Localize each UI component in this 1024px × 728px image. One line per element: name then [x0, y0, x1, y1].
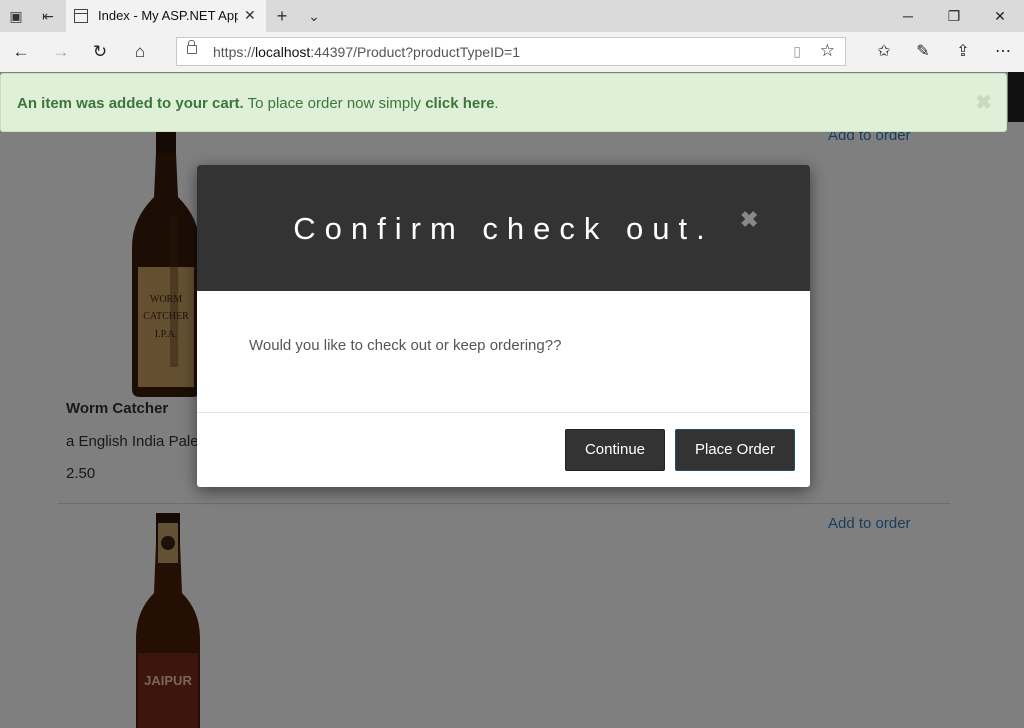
tab-close-icon[interactable]: ✕: [244, 7, 256, 24]
modal-header: Confirm check out. ✖: [197, 165, 810, 291]
checkout-modal: Confirm check out. ✖ Would you like to c…: [197, 165, 810, 487]
share-icon[interactable]: ⇪: [952, 42, 974, 62]
tab-dropdown-icon[interactable]: ⌄: [304, 6, 324, 26]
more-icon[interactable]: ⋯: [992, 42, 1014, 62]
set-tabs-aside-icon[interactable]: ⇤: [38, 6, 58, 26]
url-text[interactable]: https://localhost:44397/Product?productT…: [213, 44, 520, 60]
modal-title: Confirm check out.: [293, 211, 714, 246]
continue-button[interactable]: Continue: [565, 429, 665, 471]
pen-icon[interactable]: ✎: [912, 42, 934, 62]
tab-manager-icon[interactable]: ▣: [6, 6, 26, 26]
tab-title: Index - My ASP.NET App: [98, 8, 238, 23]
alert-message: An item was added to your cart. To place…: [17, 95, 499, 112]
alert-close-icon[interactable]: ✖: [975, 90, 992, 115]
window-close-icon[interactable]: ✕: [990, 6, 1010, 26]
favorite-star-icon[interactable]: ☆: [820, 41, 835, 61]
click-here-link[interactable]: click here: [425, 95, 494, 112]
address-bar[interactable]: https://localhost:44397/Product?productT…: [176, 37, 846, 66]
refresh-icon[interactable]: ↻: [89, 42, 111, 62]
modal-message: Would you like to check out or keep orde…: [249, 337, 562, 354]
back-icon[interactable]: ←: [10, 42, 32, 62]
reading-view-icon[interactable]: ▯: [793, 43, 801, 60]
address-toolbar: ← → ↻ ⌂ https://localhost:44397/Product?…: [0, 32, 1024, 72]
forward-icon[interactable]: →: [50, 42, 72, 62]
browser-tab[interactable]: Index - My ASP.NET App ✕: [66, 0, 266, 32]
browser-tab-bar: ▣ ⇤ Index - My ASP.NET App ✕ + ⌄ ─ ❐ ✕: [0, 0, 1024, 32]
place-order-button[interactable]: Place Order: [675, 429, 795, 471]
new-tab-icon[interactable]: +: [272, 6, 292, 26]
cart-alert: An item was added to your cart. To place…: [0, 73, 1007, 132]
lock-icon: [187, 40, 197, 54]
minimize-icon[interactable]: ─: [898, 6, 918, 26]
restore-icon[interactable]: ❐: [944, 6, 964, 26]
home-icon[interactable]: ⌂: [129, 42, 151, 62]
modal-footer-divider: [197, 412, 810, 413]
modal-close-icon[interactable]: ✖: [740, 207, 758, 233]
favorites-list-icon[interactable]: ✩: [873, 42, 895, 62]
page-icon: [74, 9, 88, 23]
